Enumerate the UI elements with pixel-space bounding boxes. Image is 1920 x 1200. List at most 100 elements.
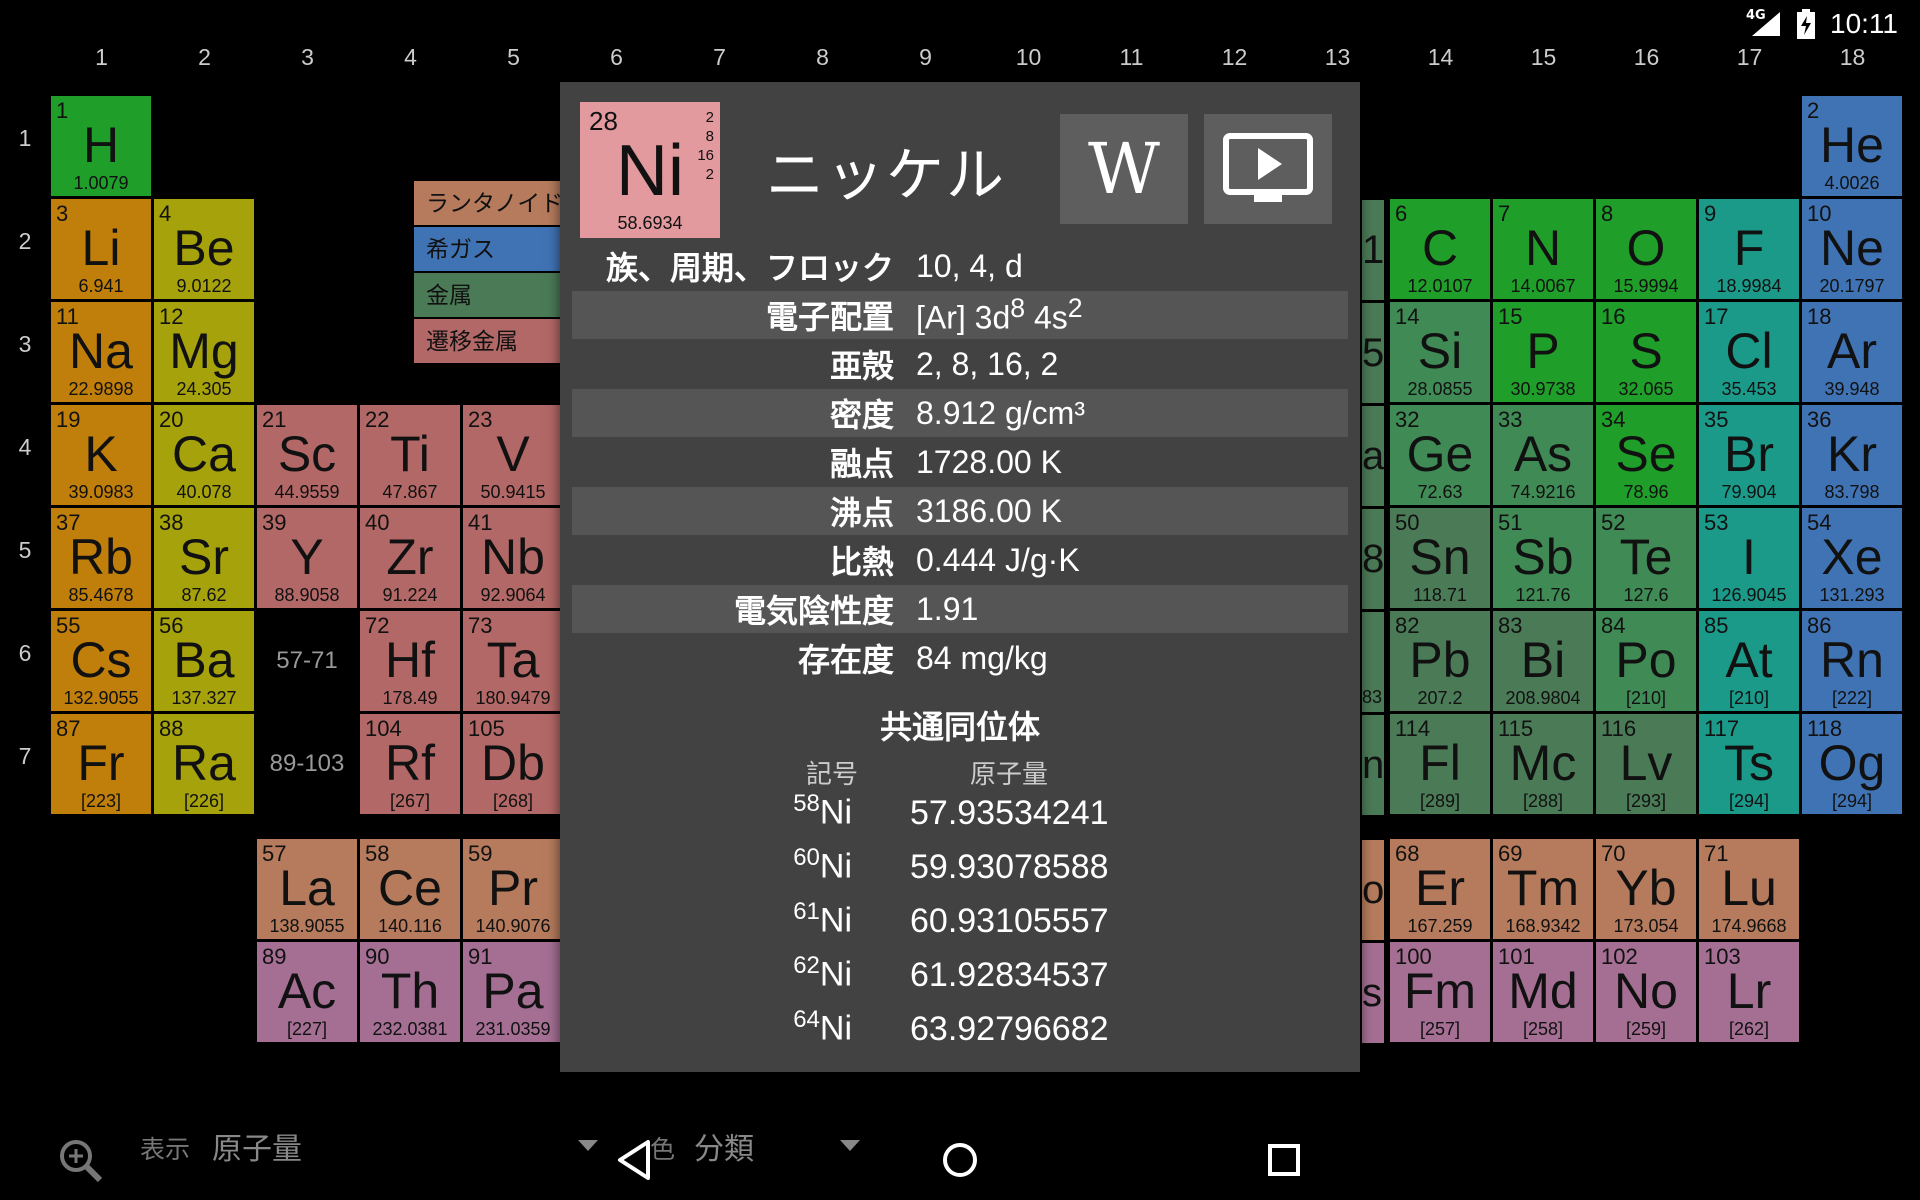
element-cell-pb[interactable]: 82 Pb 207.2	[1389, 610, 1491, 712]
element-cell-ce[interactable]: 58 Ce 140.116	[359, 838, 461, 940]
element-cell-yb[interactable]: 70 Yb 173.054	[1595, 838, 1697, 940]
element-cell-hf[interactable]: 72 Hf 178.49	[359, 610, 461, 712]
obscured-element-cell[interactable]: a	[1362, 406, 1384, 506]
element-symbol: F	[1733, 220, 1765, 276]
element-cell-sn[interactable]: 50 Sn 118.71	[1389, 507, 1491, 609]
element-cell-th[interactable]: 90 Th 232.0381	[359, 941, 461, 1043]
element-cell-li[interactable]: 3 Li 6.941	[50, 198, 152, 300]
element-cell-mc[interactable]: 115 Mc [288]	[1492, 713, 1594, 815]
property-label: 族、周期、フロック	[605, 249, 894, 287]
element-cell-og[interactable]: 118 Og [294]	[1801, 713, 1903, 815]
element-cell-be[interactable]: 4 Be 9.0122	[153, 198, 255, 300]
legend-item[interactable]: 金属	[413, 272, 563, 318]
element-cell-la[interactable]: 57 La 138.9055	[256, 838, 358, 940]
home-button[interactable]	[930, 1130, 990, 1190]
element-cell-lr[interactable]: 103 Lr [262]	[1698, 941, 1800, 1043]
element-cell-h[interactable]: 1 H 1.0079	[50, 95, 152, 197]
obscured-element-cell[interactable]: n	[1362, 715, 1384, 815]
obscured-element-cell[interactable]: 8	[1362, 509, 1384, 609]
element-cell-ca[interactable]: 20 Ca 40.078	[153, 404, 255, 506]
element-cell-sb[interactable]: 51 Sb 121.76	[1492, 507, 1594, 609]
element-cell-o[interactable]: 8 O 15.9994	[1595, 198, 1697, 300]
element-cell-cs[interactable]: 55 Cs 132.9055	[50, 610, 152, 712]
element-cell-rb[interactable]: 37 Rb 85.4678	[50, 507, 152, 609]
atomic-mass: 132.9055	[63, 688, 139, 708]
element-cell-ne[interactable]: 10 Ne 20.1797	[1801, 198, 1903, 300]
element-cell-lv[interactable]: 116 Lv [293]	[1595, 713, 1697, 815]
recents-button[interactable]	[1254, 1130, 1314, 1190]
obscured-element-cell[interactable]: s	[1362, 943, 1384, 1043]
color-select[interactable]: 色 分類	[650, 1124, 860, 1168]
element-cell-rf[interactable]: 104 Rf [267]	[359, 713, 461, 815]
element-cell-kr[interactable]: 36 Kr 83.798	[1801, 404, 1903, 506]
element-cell-y[interactable]: 39 Y 88.9058	[256, 507, 358, 609]
element-cell-ge[interactable]: 32 Ge 72.63	[1389, 404, 1491, 506]
element-cell-ac[interactable]: 89 Ac [227]	[256, 941, 358, 1043]
element-cell-lu[interactable]: 71 Lu 174.9668	[1698, 838, 1800, 940]
obscured-element-cell[interactable]: 1	[1362, 200, 1384, 300]
element-symbol: Sc	[277, 426, 337, 482]
element-cell-k[interactable]: 19 K 39.0983	[50, 404, 152, 506]
element-symbol: I	[1742, 529, 1756, 585]
element-cell-tm[interactable]: 69 Tm 168.9342	[1492, 838, 1594, 940]
element-cell-c[interactable]: 6 C 12.0107	[1389, 198, 1491, 300]
element-cell-pa[interactable]: 91 Pa 231.0359	[462, 941, 564, 1043]
display-select[interactable]: 表示 原子量	[140, 1124, 600, 1168]
element-cell-pr[interactable]: 59 Pr 140.9076	[462, 838, 564, 940]
element-cell-po[interactable]: 84 Po [210]	[1595, 610, 1697, 712]
element-cell-te[interactable]: 52 Te 127.6	[1595, 507, 1697, 609]
element-cell-zr[interactable]: 40 Zr 91.224	[359, 507, 461, 609]
element-cell-v[interactable]: 23 V 50.9415	[462, 404, 564, 506]
series-placeholder[interactable]: 89-103	[256, 713, 358, 815]
element-cell-br[interactable]: 35 Br 79.904	[1698, 404, 1800, 506]
legend-item[interactable]: ランタノイド	[413, 180, 563, 226]
element-cell-p[interactable]: 15 P 30.9738	[1492, 301, 1594, 403]
element-cell-fl[interactable]: 114 Fl [289]	[1389, 713, 1491, 815]
atomic-mass: 9.0122	[176, 276, 232, 296]
obscured-element-cell[interactable]: 5	[1362, 303, 1384, 403]
back-icon	[618, 1140, 650, 1180]
isotope-symbol: 64Ni	[793, 1006, 852, 1048]
video-button[interactable]	[1204, 114, 1332, 224]
element-cell-db[interactable]: 105 Db [268]	[462, 713, 564, 815]
element-cell-fr[interactable]: 87 Fr [223]	[50, 713, 152, 815]
legend-item[interactable]: 遷移金属	[413, 318, 563, 364]
element-cell-er[interactable]: 68 Er 167.259	[1389, 838, 1491, 940]
series-placeholder[interactable]: 57-71	[256, 610, 358, 712]
element-cell-bi[interactable]: 83 Bi 208.9804	[1492, 610, 1594, 712]
obscured-element-cell[interactable]: o	[1362, 840, 1384, 940]
element-cell-fm[interactable]: 100 Fm [257]	[1389, 941, 1491, 1043]
element-cell-se[interactable]: 34 Se 78.96	[1595, 404, 1697, 506]
element-cell-s[interactable]: 16 S 32.065	[1595, 301, 1697, 403]
element-cell-n[interactable]: 7 N 14.0067	[1492, 198, 1594, 300]
element-cell-nb[interactable]: 41 Nb 92.9064	[462, 507, 564, 609]
element-symbol: Cs	[70, 632, 132, 688]
element-cell-no[interactable]: 102 No [259]	[1595, 941, 1697, 1043]
element-cell-na[interactable]: 11 Na 22.9898	[50, 301, 152, 403]
element-cell-md[interactable]: 101 Md [258]	[1492, 941, 1594, 1043]
element-cell-ba[interactable]: 56 Ba 137.327	[153, 610, 255, 712]
back-button[interactable]	[604, 1130, 664, 1190]
property-label: 融点	[829, 445, 894, 483]
element-cell-as[interactable]: 33 As 74.9216	[1492, 404, 1594, 506]
wikipedia-button[interactable]: W	[1060, 114, 1188, 224]
element-cell-ra[interactable]: 88 Ra [226]	[153, 713, 255, 815]
element-cell-ar[interactable]: 18 Ar 39.948	[1801, 301, 1903, 403]
element-cell-ts[interactable]: 117 Ts [294]	[1698, 713, 1800, 815]
legend-item[interactable]: 希ガス	[413, 226, 563, 272]
element-cell-si[interactable]: 14 Si 28.0855	[1389, 301, 1491, 403]
element-cell-at[interactable]: 85 At [210]	[1698, 610, 1800, 712]
element-cell-sr[interactable]: 38 Sr 87.62	[153, 507, 255, 609]
element-cell-cl[interactable]: 17 Cl 35.453	[1698, 301, 1800, 403]
element-cell-sc[interactable]: 21 Sc 44.9559	[256, 404, 358, 506]
element-cell-xe[interactable]: 54 Xe 131.293	[1801, 507, 1903, 609]
obscured-element-cell[interactable]: 83	[1362, 612, 1384, 712]
element-cell-ta[interactable]: 73 Ta 180.9479	[462, 610, 564, 712]
zoom-icon[interactable]	[58, 1138, 104, 1188]
element-cell-ti[interactable]: 22 Ti 47.867	[359, 404, 461, 506]
element-cell-f[interactable]: 9 F 18.9984	[1698, 198, 1800, 300]
element-cell-mg[interactable]: 12 Mg 24.305	[153, 301, 255, 403]
element-cell-i[interactable]: 53 I 126.9045	[1698, 507, 1800, 609]
element-cell-he[interactable]: 2 He 4.0026	[1801, 95, 1903, 197]
element-cell-rn[interactable]: 86 Rn [222]	[1801, 610, 1903, 712]
